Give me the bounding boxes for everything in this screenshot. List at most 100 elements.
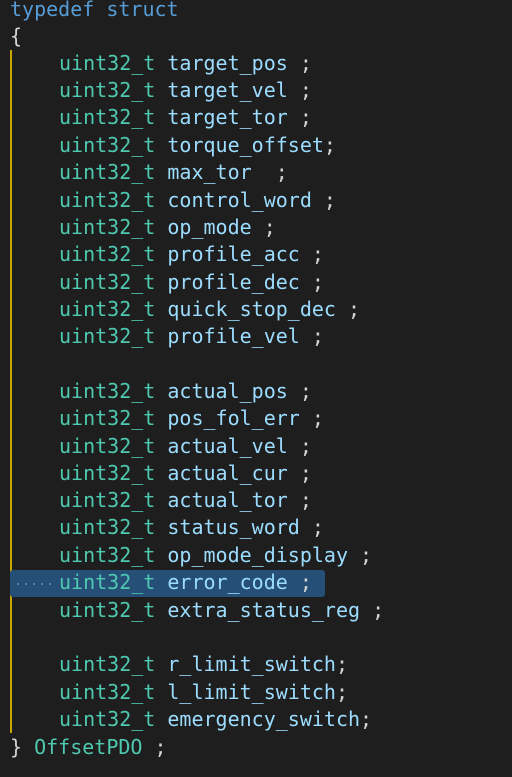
member-semicolon: ; <box>287 461 312 485</box>
member-name: error_code <box>167 570 288 594</box>
code-line-open-brace[interactable]: { <box>10 23 22 50</box>
code-line-member[interactable]: uint32_t torque_offset; <box>59 132 336 159</box>
code-line-member[interactable]: uint32_t actual_tor ; <box>59 487 312 514</box>
member-semicolon: ; <box>287 434 312 458</box>
member-semicolon: ; <box>299 270 324 294</box>
code-line-member[interactable]: uint32_t pos_fol_err ; <box>59 405 324 432</box>
member-type: uint32_t <box>59 379 156 403</box>
member-semicolon: ; <box>287 105 312 129</box>
member-name: torque_offset <box>167 133 324 157</box>
member-name: max_tor <box>167 160 252 184</box>
member-name: extra_status_reg <box>167 598 361 622</box>
member-type: uint32_t <box>59 461 156 485</box>
code-line-member[interactable]: uint32_t profile_dec ; <box>59 269 324 296</box>
code-line-member[interactable]: uint32_t op_mode_display ; <box>59 542 372 569</box>
member-type: uint32_t <box>59 51 156 75</box>
member-name: actual_cur <box>167 461 288 485</box>
member-type: uint32_t <box>59 160 156 184</box>
member-type: uint32_t <box>59 188 156 212</box>
member-type: uint32_t <box>59 680 156 704</box>
indent-guide <box>10 50 12 733</box>
member-type: uint32_t <box>59 324 156 348</box>
member-name: status_word <box>167 515 300 539</box>
member-name: profile_dec <box>167 270 300 294</box>
member-name: pos_fol_err <box>167 406 300 430</box>
member-type: uint32_t <box>59 543 156 567</box>
code-line-member[interactable]: uint32_t actual_vel ; <box>59 433 312 460</box>
member-name: quick_stop_dec <box>167 297 336 321</box>
member-name: target_tor <box>167 105 288 129</box>
member-semicolon: ; <box>251 160 288 184</box>
code-line-typedef[interactable]: typedef struct <box>10 0 179 23</box>
code-line-member[interactable]: uint32_t emergency_switch; <box>59 706 372 733</box>
member-type: uint32_t <box>59 105 156 129</box>
member-type: uint32_t <box>59 297 156 321</box>
member-semicolon: ; <box>311 188 336 212</box>
open-brace: { <box>10 24 23 48</box>
member-semicolon: ; <box>287 51 312 75</box>
member-type: uint32_t <box>59 598 156 622</box>
member-name: r_limit_switch <box>167 652 336 676</box>
code-line-member[interactable]: uint32_t control_word ; <box>59 187 336 214</box>
code-line-close[interactable]: } OffsetPDO ; <box>10 734 167 761</box>
member-semicolon: ; <box>299 242 324 266</box>
member-type: uint32_t <box>59 652 156 676</box>
member-type: uint32_t <box>59 434 156 458</box>
member-type: uint32_t <box>59 488 156 512</box>
member-name: target_pos <box>167 51 288 75</box>
member-semicolon: ; <box>299 324 324 348</box>
code-line-member[interactable]: uint32_t profile_vel ; <box>59 323 324 350</box>
code-line-member[interactable]: uint32_t extra_status_reg ; <box>59 597 384 624</box>
code-line-member[interactable]: uint32_t l_limit_switch; <box>59 679 348 706</box>
member-type: uint32_t <box>59 215 156 239</box>
code-line-member[interactable]: uint32_t actual_cur ; <box>59 460 312 487</box>
member-semicolon: ; <box>348 543 373 567</box>
member-semicolon: ; <box>299 515 324 539</box>
code-line-member[interactable]: uint32_t status_word ; <box>59 514 324 541</box>
member-semicolon: ; <box>287 570 312 594</box>
member-name: profile_acc <box>167 242 300 266</box>
close-brace: } <box>10 735 23 759</box>
code-line-member[interactable]: uint32_t target_pos ; <box>59 50 312 77</box>
code-line-member[interactable]: uint32_t quick_stop_dec ; <box>59 296 360 323</box>
member-semicolon: ; <box>287 488 312 512</box>
member-name: control_word <box>167 188 312 212</box>
code-editor[interactable]: typedef struct { uint32_t target_pos ; ui… <box>0 0 512 777</box>
member-semicolon: ; <box>287 78 312 102</box>
code-line-member[interactable]: uint32_t target_tor ; <box>59 104 312 131</box>
member-semicolon: ; <box>335 652 348 676</box>
code-line-member[interactable]: uint32_t max_tor ; <box>59 159 288 186</box>
struct-name: OffsetPDO <box>34 735 143 759</box>
member-name: actual_pos <box>167 379 288 403</box>
member-semicolon: ; <box>360 707 373 731</box>
member-name: actual_tor <box>167 488 288 512</box>
code-line-member[interactable]: uint32_t target_vel ; <box>59 77 312 104</box>
member-type: uint32_t <box>59 707 156 731</box>
member-semicolon: ; <box>335 680 348 704</box>
member-type: uint32_t <box>59 270 156 294</box>
member-name: l_limit_switch <box>167 680 336 704</box>
whitespace-dots <box>14 583 56 585</box>
code-line-member[interactable]: uint32_t op_mode ; <box>59 214 276 241</box>
code-line-member[interactable]: uint32_t profile_acc ; <box>59 241 324 268</box>
member-type: uint32_t <box>59 133 156 157</box>
member-type: uint32_t <box>59 78 156 102</box>
typedef-keyword: typedef <box>10 0 95 21</box>
code-line-member[interactable]: uint32_t error_code ; <box>59 569 312 596</box>
struct-keyword: struct <box>106 0 179 21</box>
member-type: uint32_t <box>59 242 156 266</box>
code-line-member[interactable]: uint32_t r_limit_switch; <box>59 651 348 678</box>
member-type: uint32_t <box>59 570 156 594</box>
code-line-member[interactable]: uint32_t actual_pos ; <box>59 378 312 405</box>
member-name: actual_vel <box>167 434 288 458</box>
member-name: profile_vel <box>167 324 300 348</box>
member-type: uint32_t <box>59 515 156 539</box>
closing-semicolon: ; <box>154 735 167 759</box>
member-semicolon: ; <box>299 406 324 430</box>
member-semicolon: ; <box>287 379 312 403</box>
member-semicolon: ; <box>251 215 276 239</box>
member-name: target_vel <box>167 78 288 102</box>
member-name: op_mode_display <box>167 543 348 567</box>
member-semicolon: ; <box>360 598 385 622</box>
member-name: emergency_switch <box>167 707 361 731</box>
